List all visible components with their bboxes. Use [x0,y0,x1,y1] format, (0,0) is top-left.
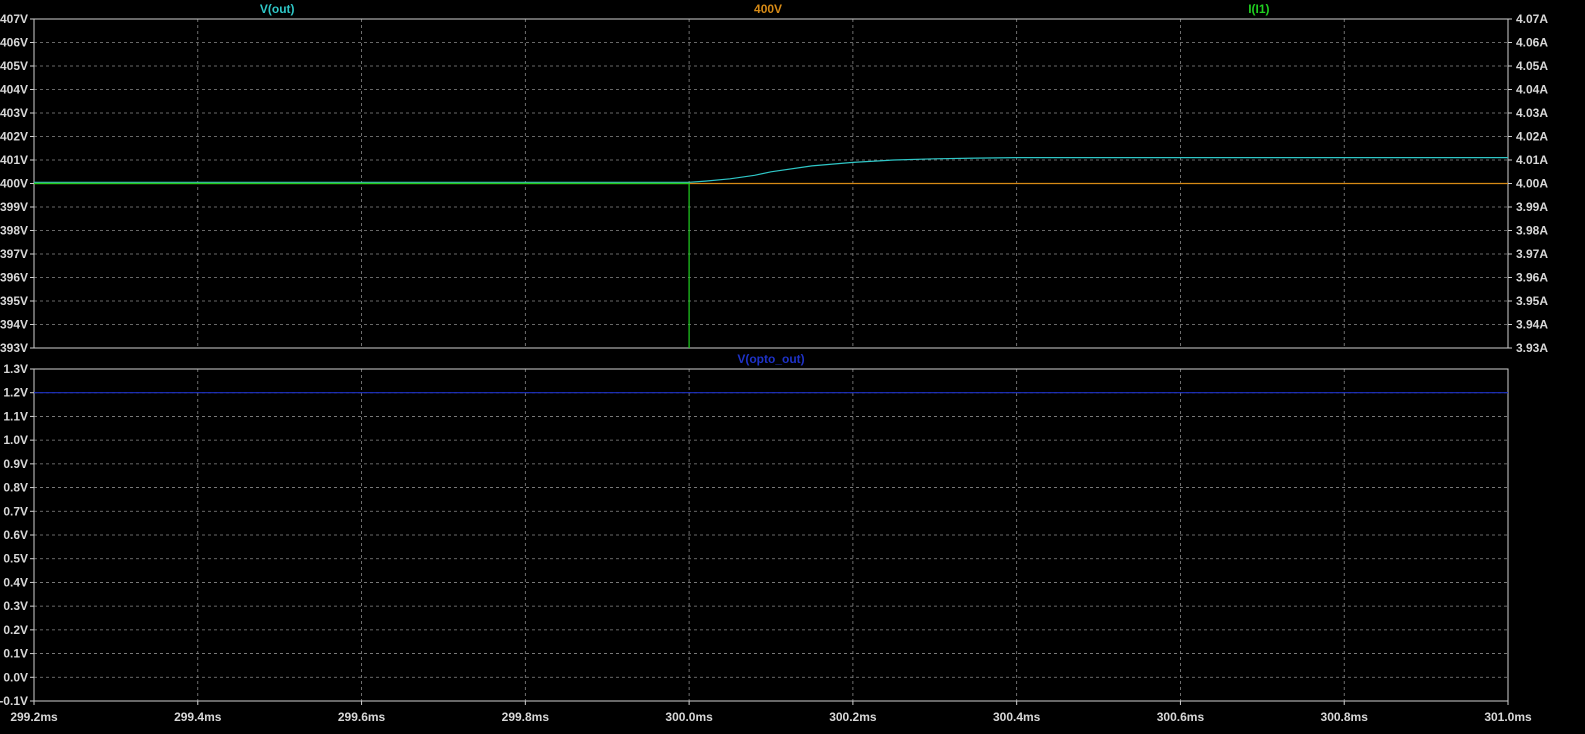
y-tick-label-right: 3.94A [1516,318,1548,332]
y-tick-label-right: 3.99A [1516,200,1548,214]
y-tick-label-right: 4.03A [1516,106,1548,120]
y-tick-label-left: 1.0V [3,433,28,447]
trace-label-v-opto-out-[interactable]: V(opto_out) [737,352,804,366]
y-tick-label-left: 0.7V [3,504,28,518]
y-tick-label-left: 400V [0,177,28,191]
y-tick-label-left: 0.6V [3,528,28,542]
y-tick-label-left: 398V [0,224,28,238]
y-tick-label-left: 393V [0,341,28,355]
y-tick-label-right: 3.98A [1516,224,1548,238]
y-tick-label-left: 0.4V [3,575,28,589]
x-tick-label: 301.0ms [1484,710,1532,724]
y-tick-label-left: 407V [0,12,28,26]
y-tick-label-right: 4.00A [1516,177,1548,191]
x-tick-label: 299.4ms [174,710,222,724]
y-tick-label-right: 4.06A [1516,36,1548,50]
y-tick-label-right: 3.93A [1516,341,1548,355]
plot-frame [33,368,1509,702]
y-tick-label-left: 1.1V [3,409,28,423]
y-tick-label-right: 3.96A [1516,271,1548,285]
y-tick-label-left: 396V [0,271,28,285]
y-tick-label-left: 399V [0,200,28,214]
x-tick-label: 300.8ms [1321,710,1369,724]
bottom-plot-pane[interactable]: 1.3V 1.2V 1.1V 1.0V 0.9V 0.8V 0.7V 0.6V 0.5V 0.4V… [0,352,1509,708]
y-tick-label-left: 1.3V [3,362,28,376]
x-tick-label: 300.4ms [993,710,1041,724]
y-tick-label-left: 0.8V [3,481,28,495]
x-tick-label: 299.2ms [10,710,58,724]
top-plot-pane[interactable]: 407V 4.07A 406V 4.06A 405V 4.05A 404V 4.04A 403V… [0,2,1548,355]
y-tick-label-left: 404V [0,83,28,97]
y-tick-label-left: 0.3V [3,599,28,613]
y-tick-label-right: 4.01A [1516,153,1548,167]
trace-v-out-[interactable] [34,157,1508,183]
x-tick-label: 299.8ms [502,710,550,724]
y-tick-label-right: 4.05A [1516,59,1548,73]
y-tick-label-left: 403V [0,106,28,120]
y-tick-label-left: 1.2V [3,386,28,400]
x-axis: 299.2ms 299.4ms 299.6ms 299.8ms 300.0ms 300.2… [10,701,1532,724]
y-tick-label-left: 401V [0,153,28,167]
x-tick-label: 300.2ms [829,710,877,724]
y-tick-label-left: 0.2V [3,623,28,637]
y-tick-label-left: 0.1V [3,647,28,661]
y-tick-label-left: -0.1V [0,694,28,708]
trace-label-400v[interactable]: 400V [754,2,782,16]
x-tick-label: 299.6ms [338,710,386,724]
y-tick-label-right: 4.02A [1516,130,1548,144]
trace-label-i-i1-[interactable]: I(I1) [1248,2,1269,16]
y-tick-label-left: 0.9V [3,457,28,471]
y-tick-label-left: 397V [0,247,28,261]
y-tick-label-right: 3.95A [1516,294,1548,308]
y-tick-label-left: 394V [0,318,28,332]
y-tick-label-left: 0.0V [3,670,28,684]
x-tick-label: 300.6ms [1157,710,1205,724]
y-tick-label-left: 406V [0,36,28,50]
y-tick-label-right: 3.97A [1516,247,1548,261]
y-tick-label-left: 395V [0,294,28,308]
y-tick-label-left: 0.5V [3,552,28,566]
y-tick-label-left: 402V [0,130,28,144]
y-tick-label-left: 405V [0,59,28,73]
y-tick-label-right: 4.04A [1516,83,1548,97]
x-tick-label: 300.0ms [665,710,713,724]
trace-label-v-out-[interactable]: V(out) [260,2,295,16]
y-tick-label-right: 4.07A [1516,12,1548,26]
waveform-viewer[interactable]: 407V 4.07A 406V 4.06A 405V 4.05A 404V 4.04A 403V… [0,0,1585,734]
